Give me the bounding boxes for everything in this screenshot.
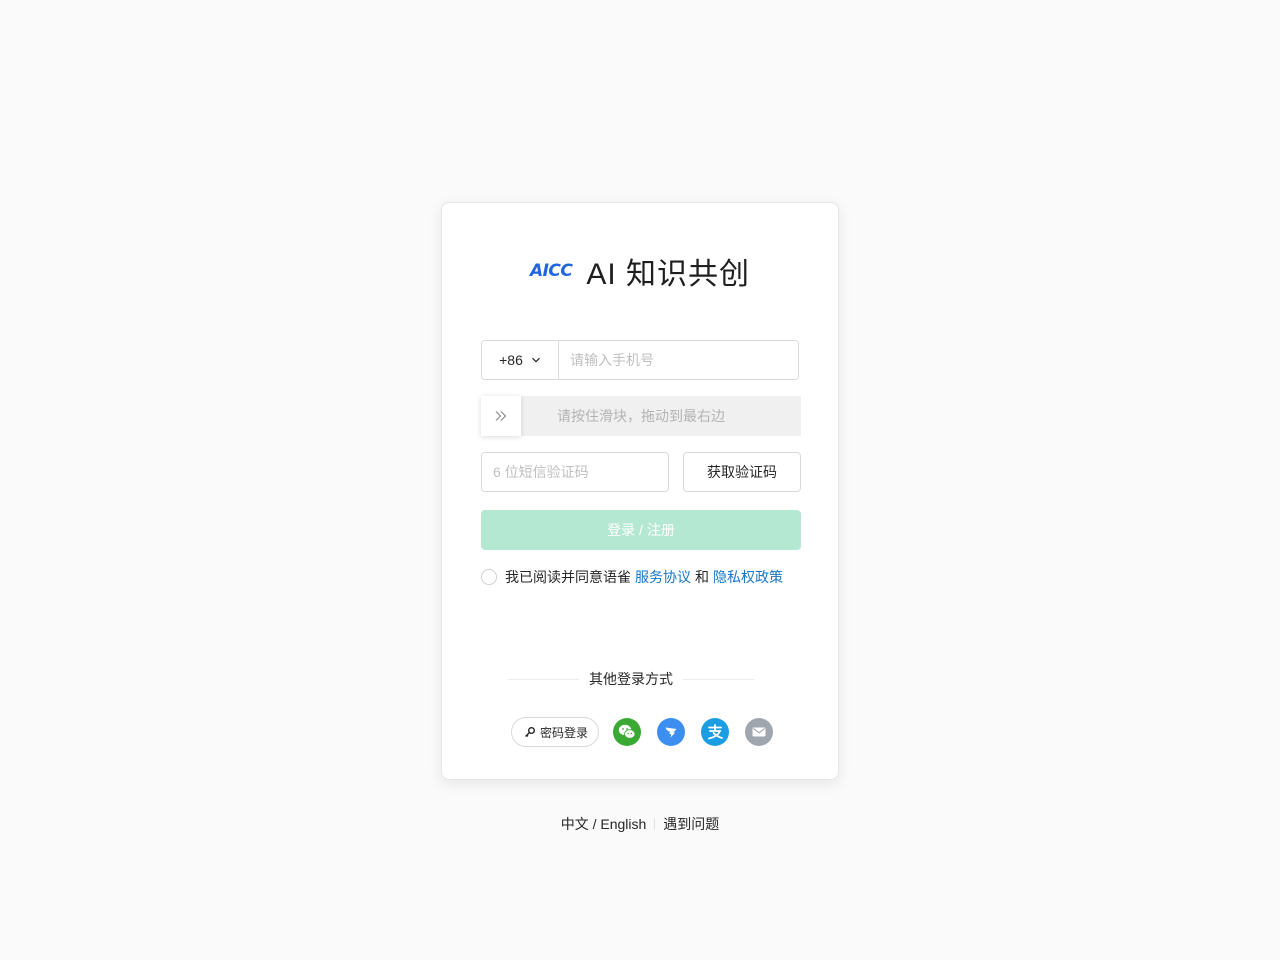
phone-input[interactable] bbox=[559, 341, 798, 379]
agreement-text: 我已阅读并同意语雀 bbox=[505, 569, 631, 585]
aicc-logo: AICC bbox=[529, 261, 573, 281]
password-login-label: 密码登录 bbox=[540, 725, 589, 740]
wechat-icon bbox=[618, 724, 636, 739]
divider-line-left bbox=[508, 678, 579, 680]
key-icon bbox=[525, 727, 535, 737]
slide-captcha: 请按住滑块，拖动到最右边 bbox=[481, 396, 801, 436]
app-title: AI 知识共创 bbox=[586, 258, 751, 291]
sms-code-input[interactable] bbox=[481, 452, 669, 492]
wechat-login-button[interactable] bbox=[613, 718, 642, 746]
slider-hint: 请按住滑块，拖动到最右边 bbox=[557, 408, 725, 424]
alipay-icon bbox=[708, 724, 723, 740]
divider-line-right bbox=[683, 678, 754, 680]
country-code-select[interactable]: +86 bbox=[482, 341, 559, 379]
slider-handle[interactable] bbox=[481, 396, 521, 436]
login-register-button[interactable]: 登录 / 注册 bbox=[481, 510, 801, 550]
dingtalk-login-button[interactable] bbox=[657, 718, 686, 746]
password-login-button[interactable]: 密码登录 bbox=[511, 717, 600, 747]
agreement-checkbox[interactable] bbox=[481, 569, 497, 585]
alipay-login-button[interactable] bbox=[701, 718, 730, 746]
chevron-down-icon bbox=[531, 357, 540, 363]
privacy-policy-link[interactable]: 隐私权政策 bbox=[713, 567, 783, 587]
page-footer: 中文 / English 遇到问题 bbox=[0, 814, 1280, 834]
login-card: AICC AI 知识共创 +86 请按住滑块，拖动到最右边 获取验证码 登录 /… bbox=[441, 202, 839, 780]
phone-input-group: +86 bbox=[481, 340, 799, 380]
other-login-title: 其他登录方式 bbox=[589, 671, 673, 687]
agreement-row: 我已阅读并同意语雀 服务协议 和 隐私权政策 bbox=[481, 567, 787, 587]
other-login-methods: 密码登录 bbox=[511, 716, 789, 748]
double-chevron-right-icon bbox=[495, 411, 507, 421]
brand-header: AICC AI 知识共创 bbox=[442, 249, 838, 293]
email-icon bbox=[752, 727, 766, 737]
agreement-conjunction: 和 bbox=[695, 569, 709, 585]
email-login-button[interactable] bbox=[745, 718, 774, 746]
help-link[interactable]: 遇到问题 bbox=[663, 814, 719, 834]
language-switch[interactable]: 中文 / English bbox=[561, 814, 647, 834]
get-code-button[interactable]: 获取验证码 bbox=[683, 452, 801, 492]
country-code-value: +86 bbox=[499, 352, 523, 368]
footer-separator bbox=[654, 818, 656, 830]
dingtalk-icon bbox=[665, 727, 677, 738]
other-login-divider: 其他登录方式 bbox=[508, 669, 754, 689]
service-agreement-link[interactable]: 服务协议 bbox=[635, 567, 691, 587]
